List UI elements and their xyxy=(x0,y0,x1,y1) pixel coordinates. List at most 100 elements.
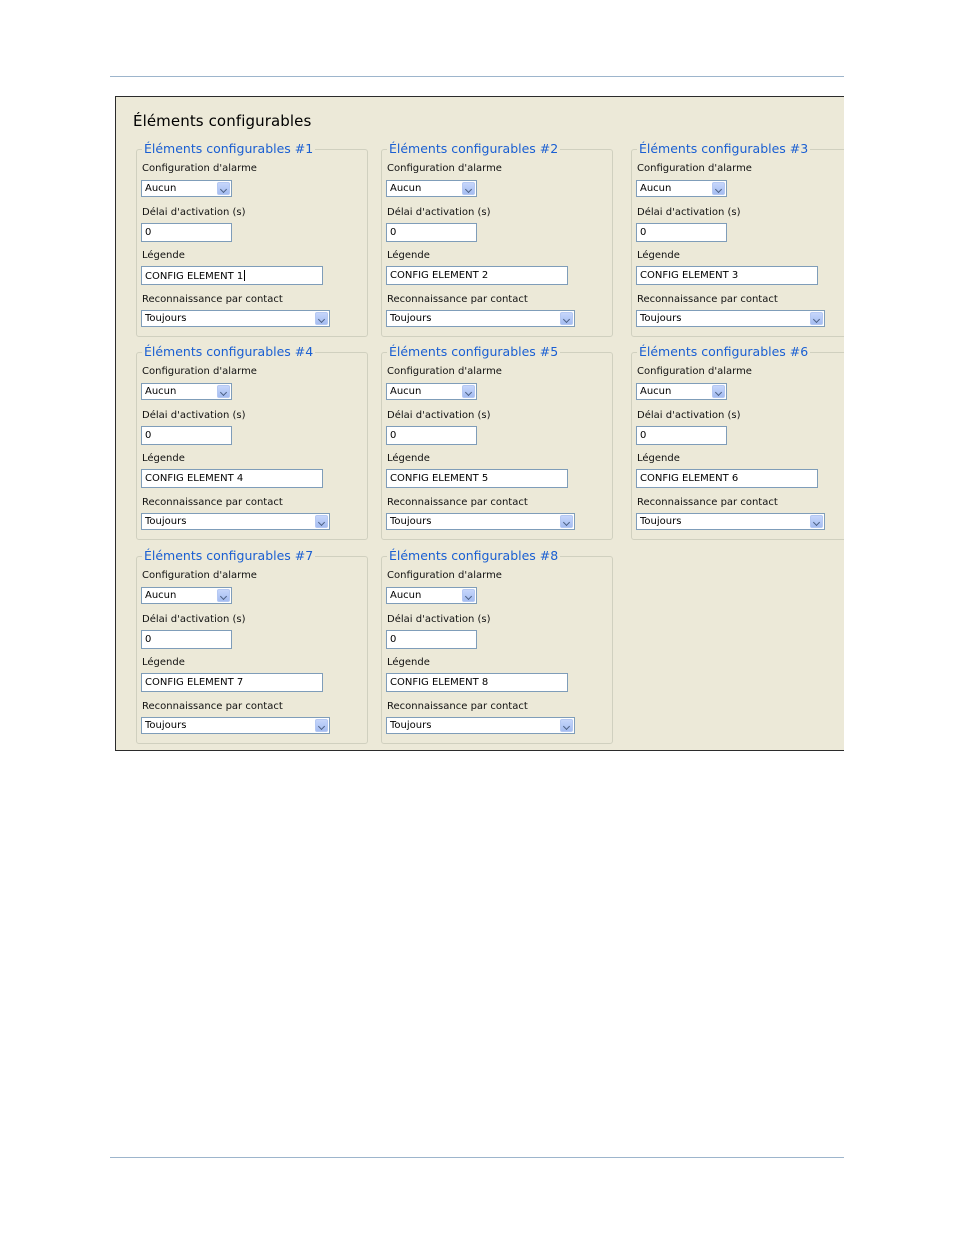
legend-input[interactable]: CONFIG ELEMENT 4 xyxy=(141,469,323,488)
delay-input[interactable]: 0 xyxy=(636,223,727,242)
alarm-config-value: Aucun xyxy=(145,386,177,397)
chevron-down-icon[interactable] xyxy=(810,515,823,528)
delay-input[interactable]: 0 xyxy=(141,223,232,242)
contact-select[interactable]: Toujours xyxy=(141,310,330,327)
alarm-config-select[interactable]: Aucun xyxy=(386,180,477,197)
alarm-config-select[interactable]: Aucun xyxy=(141,180,232,197)
alarm-config-label: Configuration d'alarme xyxy=(387,570,502,581)
alarm-config-value: Aucun xyxy=(640,386,672,397)
legend-label: Légende xyxy=(387,657,430,668)
contact-select[interactable]: Toujours xyxy=(386,717,575,734)
chevron-down-icon[interactable] xyxy=(315,312,328,325)
delay-input[interactable]: 0 xyxy=(141,426,232,445)
config-element-group-4: Éléments configurables #4 Configuration … xyxy=(136,344,368,540)
contact-select[interactable]: Toujours xyxy=(636,513,825,530)
contact-value: Toujours xyxy=(145,313,187,324)
legend-value: CONFIG ELEMENT 2 xyxy=(390,270,489,281)
contact-value: Toujours xyxy=(640,313,682,324)
contact-label: Reconnaissance par contact xyxy=(142,701,283,712)
chevron-down-icon[interactable] xyxy=(712,182,725,195)
legend-input[interactable]: CONFIG ELEMENT 3 xyxy=(636,266,818,285)
legend-label: Légende xyxy=(142,453,185,464)
delay-input[interactable]: 0 xyxy=(141,630,232,649)
alarm-config-select[interactable]: Aucun xyxy=(636,180,727,197)
legend-label: Légende xyxy=(637,250,680,261)
legend-value: CONFIG ELEMENT 3 xyxy=(640,270,739,281)
contact-value: Toujours xyxy=(640,516,682,527)
legend-input[interactable]: CONFIG ELEMENT 7 xyxy=(141,673,323,692)
alarm-config-label: Configuration d'alarme xyxy=(142,570,257,581)
contact-select[interactable]: Toujours xyxy=(386,310,575,327)
chevron-down-icon[interactable] xyxy=(560,515,573,528)
chevron-down-icon[interactable] xyxy=(462,589,475,602)
chevron-down-icon[interactable] xyxy=(560,719,573,732)
alarm-config-value: Aucun xyxy=(145,590,177,601)
text-cursor xyxy=(244,270,246,281)
alarm-config-label: Configuration d'alarme xyxy=(387,366,502,377)
legend-input[interactable]: CONFIG ELEMENT 6 xyxy=(636,469,818,488)
contact-label: Reconnaissance par contact xyxy=(387,701,528,712)
alarm-config-label: Configuration d'alarme xyxy=(637,366,752,377)
alarm-config-label: Configuration d'alarme xyxy=(387,163,502,174)
alarm-config-select[interactable]: Aucun xyxy=(386,587,477,604)
chevron-down-icon[interactable] xyxy=(560,312,573,325)
delay-value: 0 xyxy=(145,634,152,645)
contact-value: Toujours xyxy=(390,516,432,527)
chevron-down-icon[interactable] xyxy=(315,719,328,732)
legend-input[interactable]: CONFIG ELEMENT 2 xyxy=(386,266,568,285)
delay-label: Délai d'activation (s) xyxy=(387,410,491,421)
contact-select[interactable]: Toujours xyxy=(386,513,575,530)
config-element-group-2: Éléments configurables #2 Configuration … xyxy=(381,141,613,337)
delay-value: 0 xyxy=(390,634,397,645)
alarm-config-value: Aucun xyxy=(145,183,177,194)
chevron-down-icon[interactable] xyxy=(217,385,230,398)
contact-label: Reconnaissance par contact xyxy=(387,497,528,508)
alarm-config-select[interactable]: Aucun xyxy=(141,587,232,604)
chevron-down-icon[interactable] xyxy=(810,312,823,325)
delay-value: 0 xyxy=(640,227,647,238)
alarm-config-select[interactable]: Aucun xyxy=(636,383,727,400)
contact-select[interactable]: Toujours xyxy=(141,513,330,530)
alarm-config-value: Aucun xyxy=(640,183,672,194)
alarm-config-label: Configuration d'alarme xyxy=(142,366,257,377)
contact-select[interactable]: Toujours xyxy=(141,717,330,734)
chevron-down-icon[interactable] xyxy=(712,385,725,398)
legend-input[interactable]: CONFIG ELEMENT 8 xyxy=(386,673,568,692)
config-element-group-3: Éléments configurables #3 Configuration … xyxy=(631,141,844,337)
group-title: Éléments configurables #8 xyxy=(387,548,561,563)
chevron-down-icon[interactable] xyxy=(217,589,230,602)
alarm-config-select[interactable]: Aucun xyxy=(141,383,232,400)
contact-select[interactable]: Toujours xyxy=(636,310,825,327)
alarm-config-label: Configuration d'alarme xyxy=(142,163,257,174)
delay-input[interactable]: 0 xyxy=(636,426,727,445)
header-rule xyxy=(110,76,844,77)
config-elements-panel: Éléments configurables Éléments configur… xyxy=(115,96,844,751)
chevron-down-icon[interactable] xyxy=(217,182,230,195)
legend-input[interactable]: CONFIG ELEMENT 1 xyxy=(141,266,323,285)
alarm-config-value: Aucun xyxy=(390,386,422,397)
contact-value: Toujours xyxy=(390,313,432,324)
chevron-down-icon[interactable] xyxy=(462,182,475,195)
group-title: Éléments configurables #3 xyxy=(637,141,811,156)
panel-title: Éléments configurables xyxy=(133,112,312,130)
legend-input[interactable]: CONFIG ELEMENT 5 xyxy=(386,469,568,488)
legend-label: Légende xyxy=(142,657,185,668)
contact-value: Toujours xyxy=(145,720,187,731)
contact-value: Toujours xyxy=(145,516,187,527)
group-title: Éléments configurables #6 xyxy=(637,344,811,359)
contact-label: Reconnaissance par contact xyxy=(637,497,778,508)
delay-input[interactable]: 0 xyxy=(386,426,477,445)
legend-value: CONFIG ELEMENT 7 xyxy=(145,677,244,688)
delay-label: Délai d'activation (s) xyxy=(387,207,491,218)
group-title: Éléments configurables #4 xyxy=(142,344,316,359)
chevron-down-icon[interactable] xyxy=(315,515,328,528)
legend-label: Légende xyxy=(387,250,430,261)
alarm-config-select[interactable]: Aucun xyxy=(386,383,477,400)
legend-value: CONFIG ELEMENT 4 xyxy=(145,473,244,484)
delay-value: 0 xyxy=(145,227,152,238)
chevron-down-icon[interactable] xyxy=(462,385,475,398)
delay-input[interactable]: 0 xyxy=(386,223,477,242)
legend-value: CONFIG ELEMENT 6 xyxy=(640,473,739,484)
config-element-group-1: Éléments configurables #1 Configuration … xyxy=(136,141,368,337)
delay-input[interactable]: 0 xyxy=(386,630,477,649)
